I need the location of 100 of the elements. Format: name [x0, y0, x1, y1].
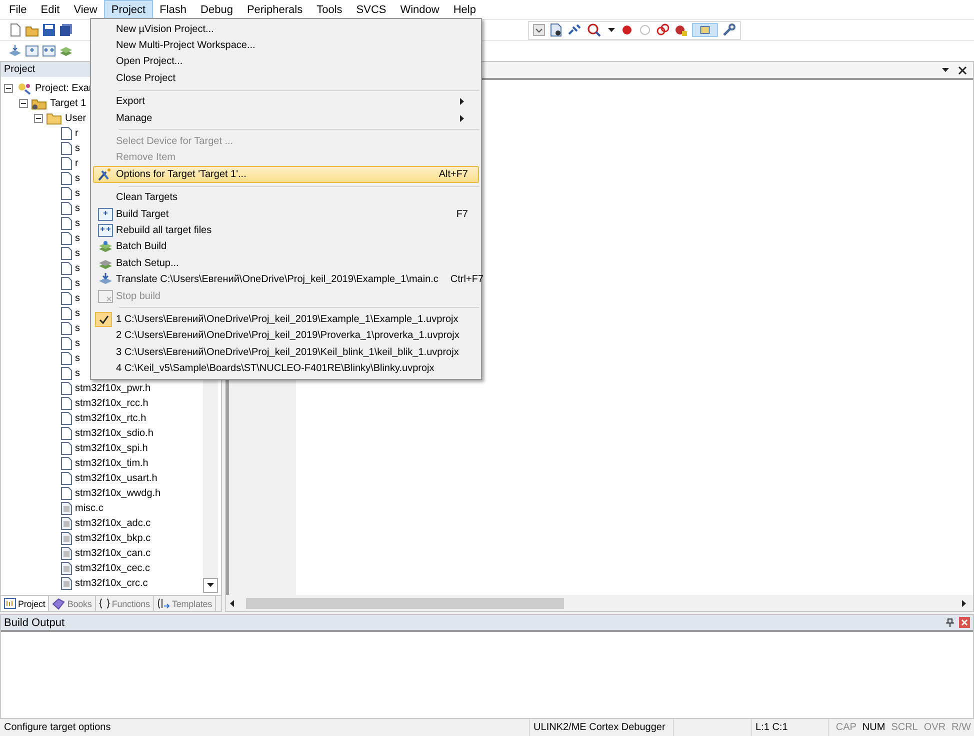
tree-item[interactable]: s	[75, 143, 80, 154]
menu-item[interactable]: Edit	[34, 0, 67, 19]
tree-item[interactable]: r	[75, 128, 78, 139]
tree-item[interactable]: User	[65, 113, 86, 124]
breakpoints-icon[interactable]	[656, 23, 670, 37]
menu-item[interactable]: Close Project	[93, 70, 479, 87]
collapse-icon[interactable]	[19, 99, 28, 108]
tree-item[interactable]: s	[75, 308, 80, 319]
wrench-icon[interactable]	[722, 23, 736, 37]
menu-item[interactable]: 2 C:\Users\Евгений\OneDrive\Proj_keil_2019\Proverka_1\proverka_1.uvprojx	[93, 328, 479, 344]
collapse-icon[interactable]	[34, 114, 43, 123]
menu-item[interactable]: 1 C:\Users\Евгений\OneDrive\Proj_keil_2019\Example_1\Example_1.uvprojx	[93, 311, 479, 328]
tree-item[interactable]: stm32f10x_pwr.h	[75, 383, 151, 394]
menu-item[interactable]: Open Project...	[93, 54, 479, 70]
panel-tab[interactable]: Project	[1, 596, 50, 611]
scrollbar-thumb[interactable]	[246, 598, 564, 608]
tree-item[interactable]: stm32f10x_adc.c	[75, 518, 151, 529]
tree-item[interactable]: s	[75, 188, 80, 199]
pin-icon[interactable]	[946, 618, 954, 627]
menu-item[interactable]: Batch Setup...	[93, 255, 479, 272]
menu-item[interactable]: 3 C:\Users\Евгений\OneDrive\Proj_keil_2019\Keil_blink_1\keil_blik_1.uvprojx	[93, 344, 479, 360]
translate-icon[interactable]	[8, 44, 22, 58]
tree-item[interactable]: s	[75, 323, 80, 334]
build-icon	[98, 208, 112, 221]
tree-item[interactable]: r	[75, 158, 78, 169]
menu-item[interactable]: Tools	[310, 0, 350, 19]
menu-item[interactable]: SVCS	[349, 0, 394, 19]
tree-item[interactable]: s	[75, 173, 80, 184]
new-file-icon[interactable]	[8, 23, 22, 37]
tree-item[interactable]: s	[75, 338, 80, 349]
save-icon[interactable]	[42, 23, 56, 37]
tree-item[interactable]: s	[75, 368, 80, 379]
menu-item[interactable]: New Multi-Project Workspace...	[93, 37, 479, 54]
menu-item[interactable]: Clean Targets	[93, 190, 479, 206]
menu-item[interactable]: Export	[93, 94, 479, 110]
file-icon	[61, 262, 72, 275]
caret-icon[interactable]	[607, 26, 616, 34]
file-icon	[61, 337, 72, 350]
folder-icon	[46, 112, 62, 125]
tree-item[interactable]: misc.c	[75, 503, 104, 514]
menu-item[interactable]: Rebuild all target files	[93, 222, 479, 239]
tree-item[interactable]: s	[75, 218, 80, 229]
status-text: L:1 C:1	[752, 719, 829, 736]
file-icon	[61, 502, 72, 515]
breakpoints-icon[interactable]	[674, 23, 688, 37]
tree-item[interactable]: stm32f10x_tim.h	[75, 458, 148, 469]
tree-item[interactable]: stm32f10x_cec.c	[75, 563, 150, 574]
dropdown-icon[interactable]	[533, 24, 545, 36]
menu-item[interactable]: 4 C:\Keil_v5\Sample\Boards\ST\NUCLEO-F401RE\Blinky\Blinky.uvprojx	[93, 360, 479, 377]
tree-item[interactable]: stm32f10x_bkp.c	[75, 533, 151, 544]
tree-item[interactable]: s	[75, 353, 80, 364]
window-icon[interactable]	[692, 23, 718, 37]
file-icon	[61, 487, 72, 500]
file-icon	[61, 397, 72, 410]
tree-item[interactable]: s	[75, 263, 80, 274]
panel-tab[interactable]: Templates	[154, 596, 216, 611]
status-text: Configure target options	[0, 719, 530, 736]
search-icon[interactable]	[585, 23, 603, 37]
close-icon[interactable]	[958, 66, 967, 74]
menu-item[interactable]: Options for Target 'Target 1'... Alt+F7	[93, 166, 479, 183]
stack-icon[interactable]	[59, 44, 73, 58]
collapse-icon[interactable]	[4, 84, 13, 93]
menu-item[interactable]: Flash	[152, 0, 194, 19]
status-indicator: SCRL	[890, 722, 919, 733]
menu-item[interactable]: File	[2, 0, 34, 19]
tree-item[interactable]: Target 1	[50, 98, 86, 109]
tree-item[interactable]: stm32f10x_can.c	[75, 548, 151, 559]
translate-icon	[98, 273, 112, 286]
braces-icon	[98, 598, 110, 609]
caret-icon[interactable]	[941, 66, 950, 74]
document-icon[interactable]	[549, 23, 563, 37]
tree-item[interactable]: s	[75, 278, 80, 289]
tree-item[interactable]: s	[75, 248, 80, 259]
menu-item[interactable]: Window	[393, 0, 446, 19]
menu-item[interactable]: Help	[446, 0, 483, 19]
file-icon	[61, 562, 72, 575]
tree-item[interactable]: s	[75, 293, 80, 304]
file-icon	[61, 307, 72, 320]
tree-item[interactable]: s	[75, 203, 80, 214]
menu-item[interactable]: Manage	[93, 110, 479, 126]
rebuild-icon[interactable]	[42, 44, 56, 58]
tree-item[interactable]: s	[75, 233, 80, 244]
save-all-icon[interactable]	[59, 23, 73, 37]
menu-item[interactable]: Peripherals	[240, 0, 310, 19]
panel-tab[interactable]: Books	[49, 596, 96, 611]
tree-item[interactable]: stm32f10x_spi.h	[75, 443, 148, 454]
build-icon[interactable]	[25, 44, 39, 58]
breakpoint-icon[interactable]	[620, 23, 634, 37]
menu-item[interactable]: Batch Build	[93, 238, 479, 256]
tree-item[interactable]: stm32f10x_usart.h	[75, 473, 158, 484]
menu-item[interactable]: Debug	[194, 0, 240, 19]
menu-item[interactable]: View	[66, 0, 104, 19]
tree-item[interactable]: stm32f10x_sdio.h	[75, 428, 154, 439]
tree-item[interactable]: stm32f10x_rcc.h	[75, 398, 148, 409]
panel-tab[interactable]: Functions	[96, 596, 154, 611]
tree-item[interactable]: stm32f10x_rtc.h	[75, 413, 146, 424]
tree-item[interactable]: stm32f10x_wwdg.h	[75, 488, 161, 499]
menu-item[interactable]: Build Target F7	[93, 206, 479, 222]
tree-item[interactable]: stm32f10x_crc.c	[75, 578, 148, 589]
menu-item[interactable]: Project	[104, 0, 153, 19]
